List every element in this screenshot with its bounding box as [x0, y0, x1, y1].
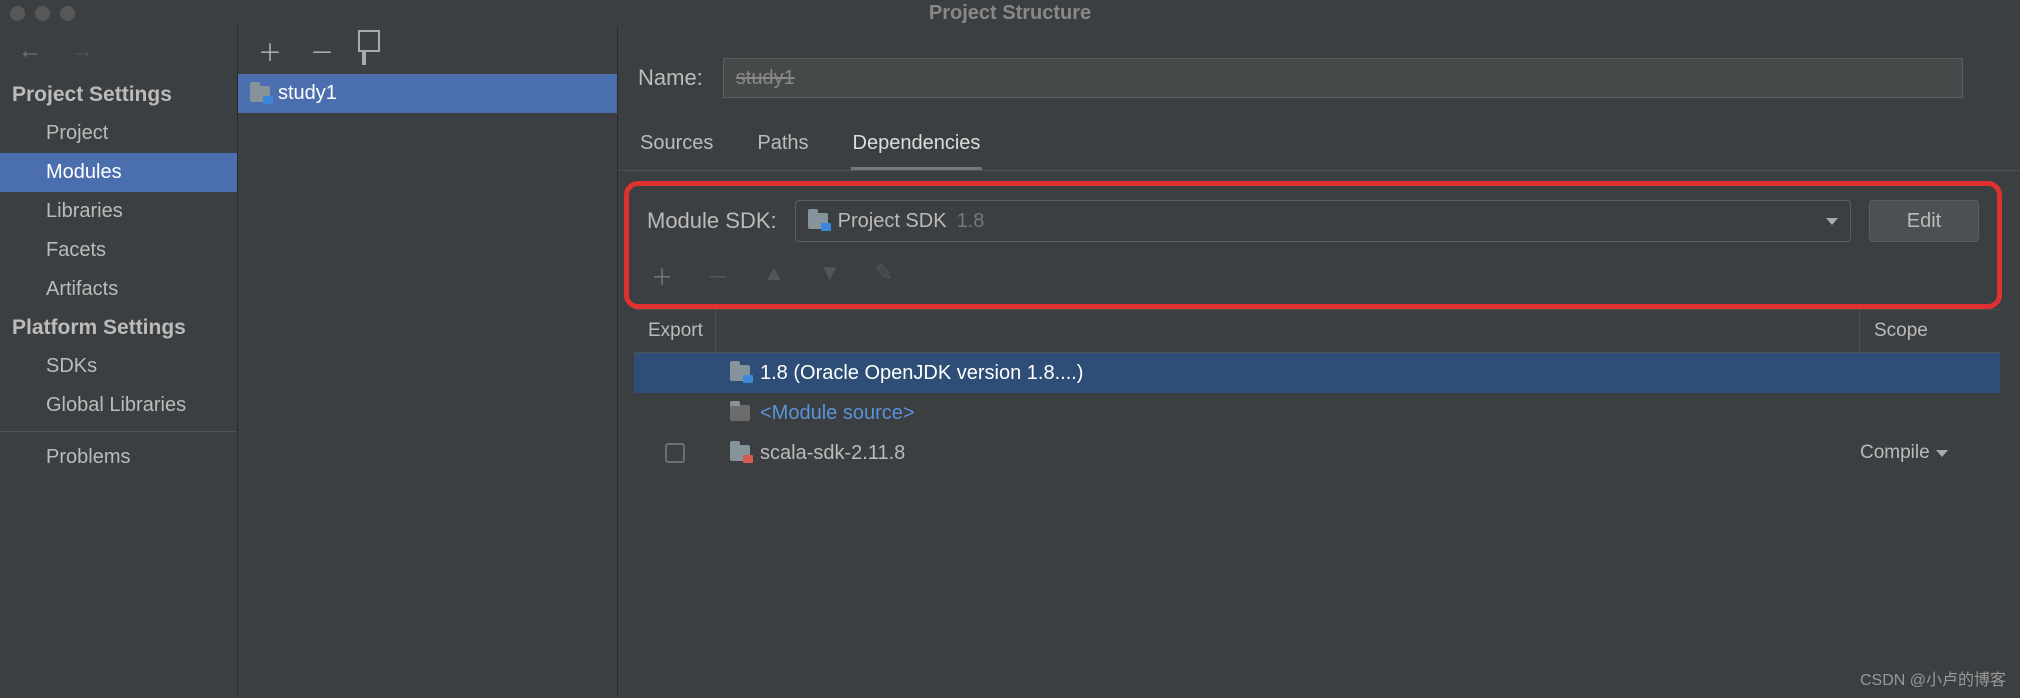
edit-button[interactable]: Edit — [1869, 200, 1979, 242]
window-controls — [10, 6, 75, 21]
table-row[interactable]: 1.8 (Oracle OpenJDK version 1.8....) — [634, 353, 2000, 393]
sdk-value: Project SDK — [838, 210, 947, 233]
remove-module-icon[interactable]: － — [310, 33, 334, 68]
add-module-icon[interactable]: ＋ — [258, 33, 282, 68]
minimize-dot[interactable] — [35, 6, 50, 21]
module-sdk-select[interactable]: Project SDK 1.8 — [795, 200, 1851, 242]
dep-name: 1.8 (Oracle OpenJDK version 1.8....) — [760, 362, 1083, 385]
sdk-version: 1.8 — [957, 210, 985, 233]
sidebar-item-project[interactable]: Project — [0, 114, 237, 153]
table-header: Export Scope — [634, 310, 2000, 353]
tab-sources[interactable]: Sources — [638, 122, 715, 170]
remove-dep-icon[interactable]: － — [707, 260, 729, 292]
source-folder-icon — [730, 405, 750, 421]
sidebar-item-modules[interactable]: Modules — [0, 153, 237, 192]
window-title: Project Structure — [929, 2, 1091, 25]
sidebar-item-libraries[interactable]: Libraries — [0, 192, 237, 231]
section-project-settings: Project Settings — [0, 76, 237, 114]
modules-list: ＋ － study1 — [238, 26, 618, 696]
highlight-box: Module SDK: Project SDK 1.8 Edit ＋ － ▲ ▼… — [624, 181, 2002, 309]
dependencies-table: Export Scope 1.8 (Oracle OpenJDK version… — [634, 309, 2000, 473]
chevron-down-icon — [1936, 450, 1948, 457]
name-input[interactable] — [723, 58, 1963, 98]
sidebar-item-global-libraries[interactable]: Global Libraries — [0, 386, 237, 425]
sidebar-item-facets[interactable]: Facets — [0, 231, 237, 270]
detail-panel: Name: Sources Paths Dependencies Module … — [618, 26, 2020, 696]
copy-module-icon[interactable] — [362, 36, 366, 64]
scope-select[interactable]: Compile — [1860, 442, 2000, 464]
sidebar-item-problems[interactable]: Problems — [0, 438, 237, 477]
dep-name: scala-sdk-2.11.8 — [760, 442, 905, 465]
down-dep-icon[interactable]: ▼ — [819, 260, 841, 292]
chevron-down-icon — [1826, 218, 1838, 225]
close-dot[interactable] — [10, 6, 25, 21]
watermark: CSDN @小卢的博客 — [1860, 666, 2006, 690]
col-export[interactable]: Export — [634, 310, 716, 352]
table-row[interactable]: <Module source> — [634, 393, 2000, 433]
back-arrow-icon[interactable]: ← — [18, 37, 42, 65]
tab-paths[interactable]: Paths — [755, 122, 810, 170]
section-platform-settings: Platform Settings — [0, 309, 237, 347]
col-scope[interactable]: Scope — [1860, 310, 2000, 352]
sdk-folder-icon — [808, 213, 828, 229]
sidebar: ← → Project Settings Project Modules Lib… — [0, 26, 238, 696]
lib-folder-icon — [730, 445, 750, 461]
module-item-label: study1 — [278, 82, 337, 105]
module-folder-icon — [250, 86, 270, 102]
col-name — [716, 310, 1860, 352]
tab-dependencies[interactable]: Dependencies — [851, 122, 983, 170]
module-sdk-label: Module SDK: — [647, 208, 777, 234]
jdk-folder-icon — [730, 365, 750, 381]
tabs: Sources Paths Dependencies — [618, 122, 2020, 171]
sidebar-item-sdks[interactable]: SDKs — [0, 347, 237, 386]
table-row[interactable]: scala-sdk-2.11.8 Compile — [634, 433, 2000, 473]
edit-dep-icon[interactable]: ✎ — [875, 260, 893, 292]
zoom-dot[interactable] — [60, 6, 75, 21]
sidebar-item-artifacts[interactable]: Artifacts — [0, 270, 237, 309]
up-dep-icon[interactable]: ▲ — [763, 260, 785, 292]
titlebar: Project Structure — [0, 0, 2020, 26]
separator — [0, 431, 237, 432]
forward-arrow-icon[interactable]: → — [70, 37, 94, 65]
add-dep-icon[interactable]: ＋ — [651, 260, 673, 292]
export-checkbox[interactable] — [665, 443, 685, 463]
dep-name: <Module source> — [760, 402, 915, 425]
module-item-study1[interactable]: study1 — [238, 74, 617, 113]
name-label: Name: — [638, 65, 703, 91]
